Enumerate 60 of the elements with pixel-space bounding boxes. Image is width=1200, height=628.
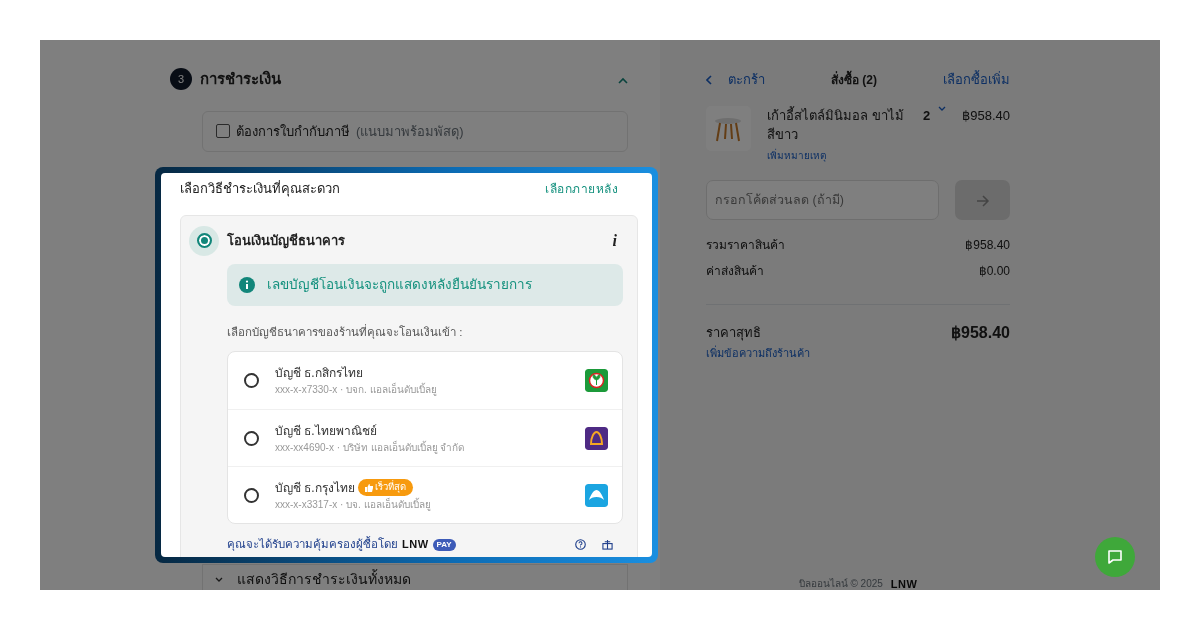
- cart-title: สั่งซื้อ (2): [831, 70, 877, 89]
- bank-name: บัญชี ธ.กสิกรไทย: [275, 365, 363, 382]
- item-price: ฿958.40: [962, 106, 1010, 125]
- note-link[interactable]: เพิ่มหมายเหตุ: [767, 149, 826, 161]
- show-all-methods[interactable]: แสดงวิธีการชำระเงินทั้งหมด: [202, 564, 628, 590]
- radio-button[interactable]: [189, 225, 219, 256]
- gift-icon[interactable]: [602, 539, 613, 551]
- badge-text: เร็วที่สุด: [375, 481, 407, 493]
- quantity-selector[interactable]: 2: [923, 105, 947, 124]
- footer-text: บิลออนไลน์ © 2025: [798, 577, 883, 590]
- checkbox-label: ต้องการใบกำกับภาษี: [236, 122, 350, 141]
- footer-logo: LNW: [890, 576, 918, 590]
- bank-option[interactable]: บัญชี ธ.กรุงไทย เร็วที่สุด xxx-x-x3317-x · บจ. แอลเอ็นดับเบิ้ลยู: [228, 466, 622, 523]
- checkbox-note: (แนบมาพร้อมพัสดุ): [356, 122, 464, 141]
- show-all-label: แสดงวิธีการชำระเงินทั้งหมด: [237, 569, 411, 589]
- summary-value: ฿0.00: [978, 263, 1010, 280]
- more-link[interactable]: เลือกซื้อเพิ่ม: [943, 70, 1010, 90]
- summary-label: รวมราคาสินค้า: [706, 237, 785, 254]
- radio-button[interactable]: [244, 373, 259, 388]
- radio-button[interactable]: [244, 487, 259, 503]
- product-name: เก้าอี้สไตล์มินิมอล ขาไม้ สีขาว: [767, 105, 905, 144]
- summary-value: ฿958.40: [965, 237, 1010, 254]
- checkbox[interactable]: [216, 124, 230, 139]
- notice-text: เลขบัญชีโอนเงินจะถูกแสดงหลังยืนยันรายการ: [267, 275, 532, 295]
- method-label: โอนเงินบัญชีธนาคาร: [227, 231, 345, 251]
- modal-title: เลือกวิธีชำระเงินที่คุณสะดวก: [180, 179, 340, 199]
- total-label: ราคาสุทธิ: [706, 324, 761, 343]
- coupon-field[interactable]: กรอกโค้ดส่วนลด (ถ้ามี): [706, 180, 939, 220]
- pay-badge: PAY: [432, 538, 456, 551]
- thumbs-up-icon: [364, 483, 373, 492]
- message-link[interactable]: เพิ่มข้อความถึงร้านค้า: [706, 345, 1010, 362]
- back-icon: [706, 74, 712, 85]
- info-glyph[interactable]: i: [612, 228, 617, 253]
- bank-option[interactable]: บัญชี ธ.กสิกรไทย xxx-x-x7330-x · บจก. แอลเอ็นดับเบิ้ลยู: [228, 352, 622, 409]
- step-number: 3: [170, 68, 192, 91]
- brand-logo: LNW: [402, 537, 429, 553]
- quantity-value: 2: [923, 106, 931, 124]
- product-image: [706, 105, 751, 151]
- chevron-icon[interactable]: [618, 76, 628, 84]
- bank-option[interactable]: บัญชี ธ.ไทยพาณิชย์ xxx-xx4690-x · บริษัท แอลเอ็นดับเบิ้ลยู จำกัด: [228, 409, 622, 466]
- account-detail: xxx-xx4690-x · บริษัท แอลเอ็นดับเบิ้ลยู จำกัด: [275, 439, 465, 455]
- bank-prompt: เลือกบัญชีธนาคารของร้านที่คุณจะโอนเงินเข้า :: [227, 323, 464, 341]
- back-label: ตะกร้า: [728, 71, 765, 89]
- back-link[interactable]: ตะกร้า: [706, 70, 765, 90]
- chevron-icon: [938, 105, 947, 112]
- bank-name: บัญชี ธ.กรุงไทย: [275, 479, 355, 497]
- help-icon[interactable]: [575, 539, 586, 551]
- account-detail: xxx-x-x7330-x · บจก. แอลเอ็นดับเบิ้ลยู: [275, 382, 437, 397]
- chevron-icon: [215, 576, 223, 583]
- later-link[interactable]: เลือกภายหลัง: [545, 179, 618, 198]
- chat-icon: [1107, 549, 1123, 565]
- bank-name: บัญชี ธ.ไทยพาณิชย์: [275, 422, 377, 440]
- protection-text: คุณจะได้รับความคุ้มครองผู้ซื้อโดย: [227, 536, 398, 553]
- arrow-icon: [975, 194, 990, 207]
- info-icon: [239, 276, 255, 293]
- total-value: ฿958.40: [951, 323, 1010, 343]
- section-title: การชำระเงิน: [200, 69, 281, 89]
- summary-label: ค่าส่งสินค้า: [706, 263, 764, 280]
- account-detail: xxx-x-x3317-x · บจ. แอลเอ็นดับเบิ้ลยู: [275, 496, 431, 512]
- radio-button[interactable]: [244, 430, 259, 446]
